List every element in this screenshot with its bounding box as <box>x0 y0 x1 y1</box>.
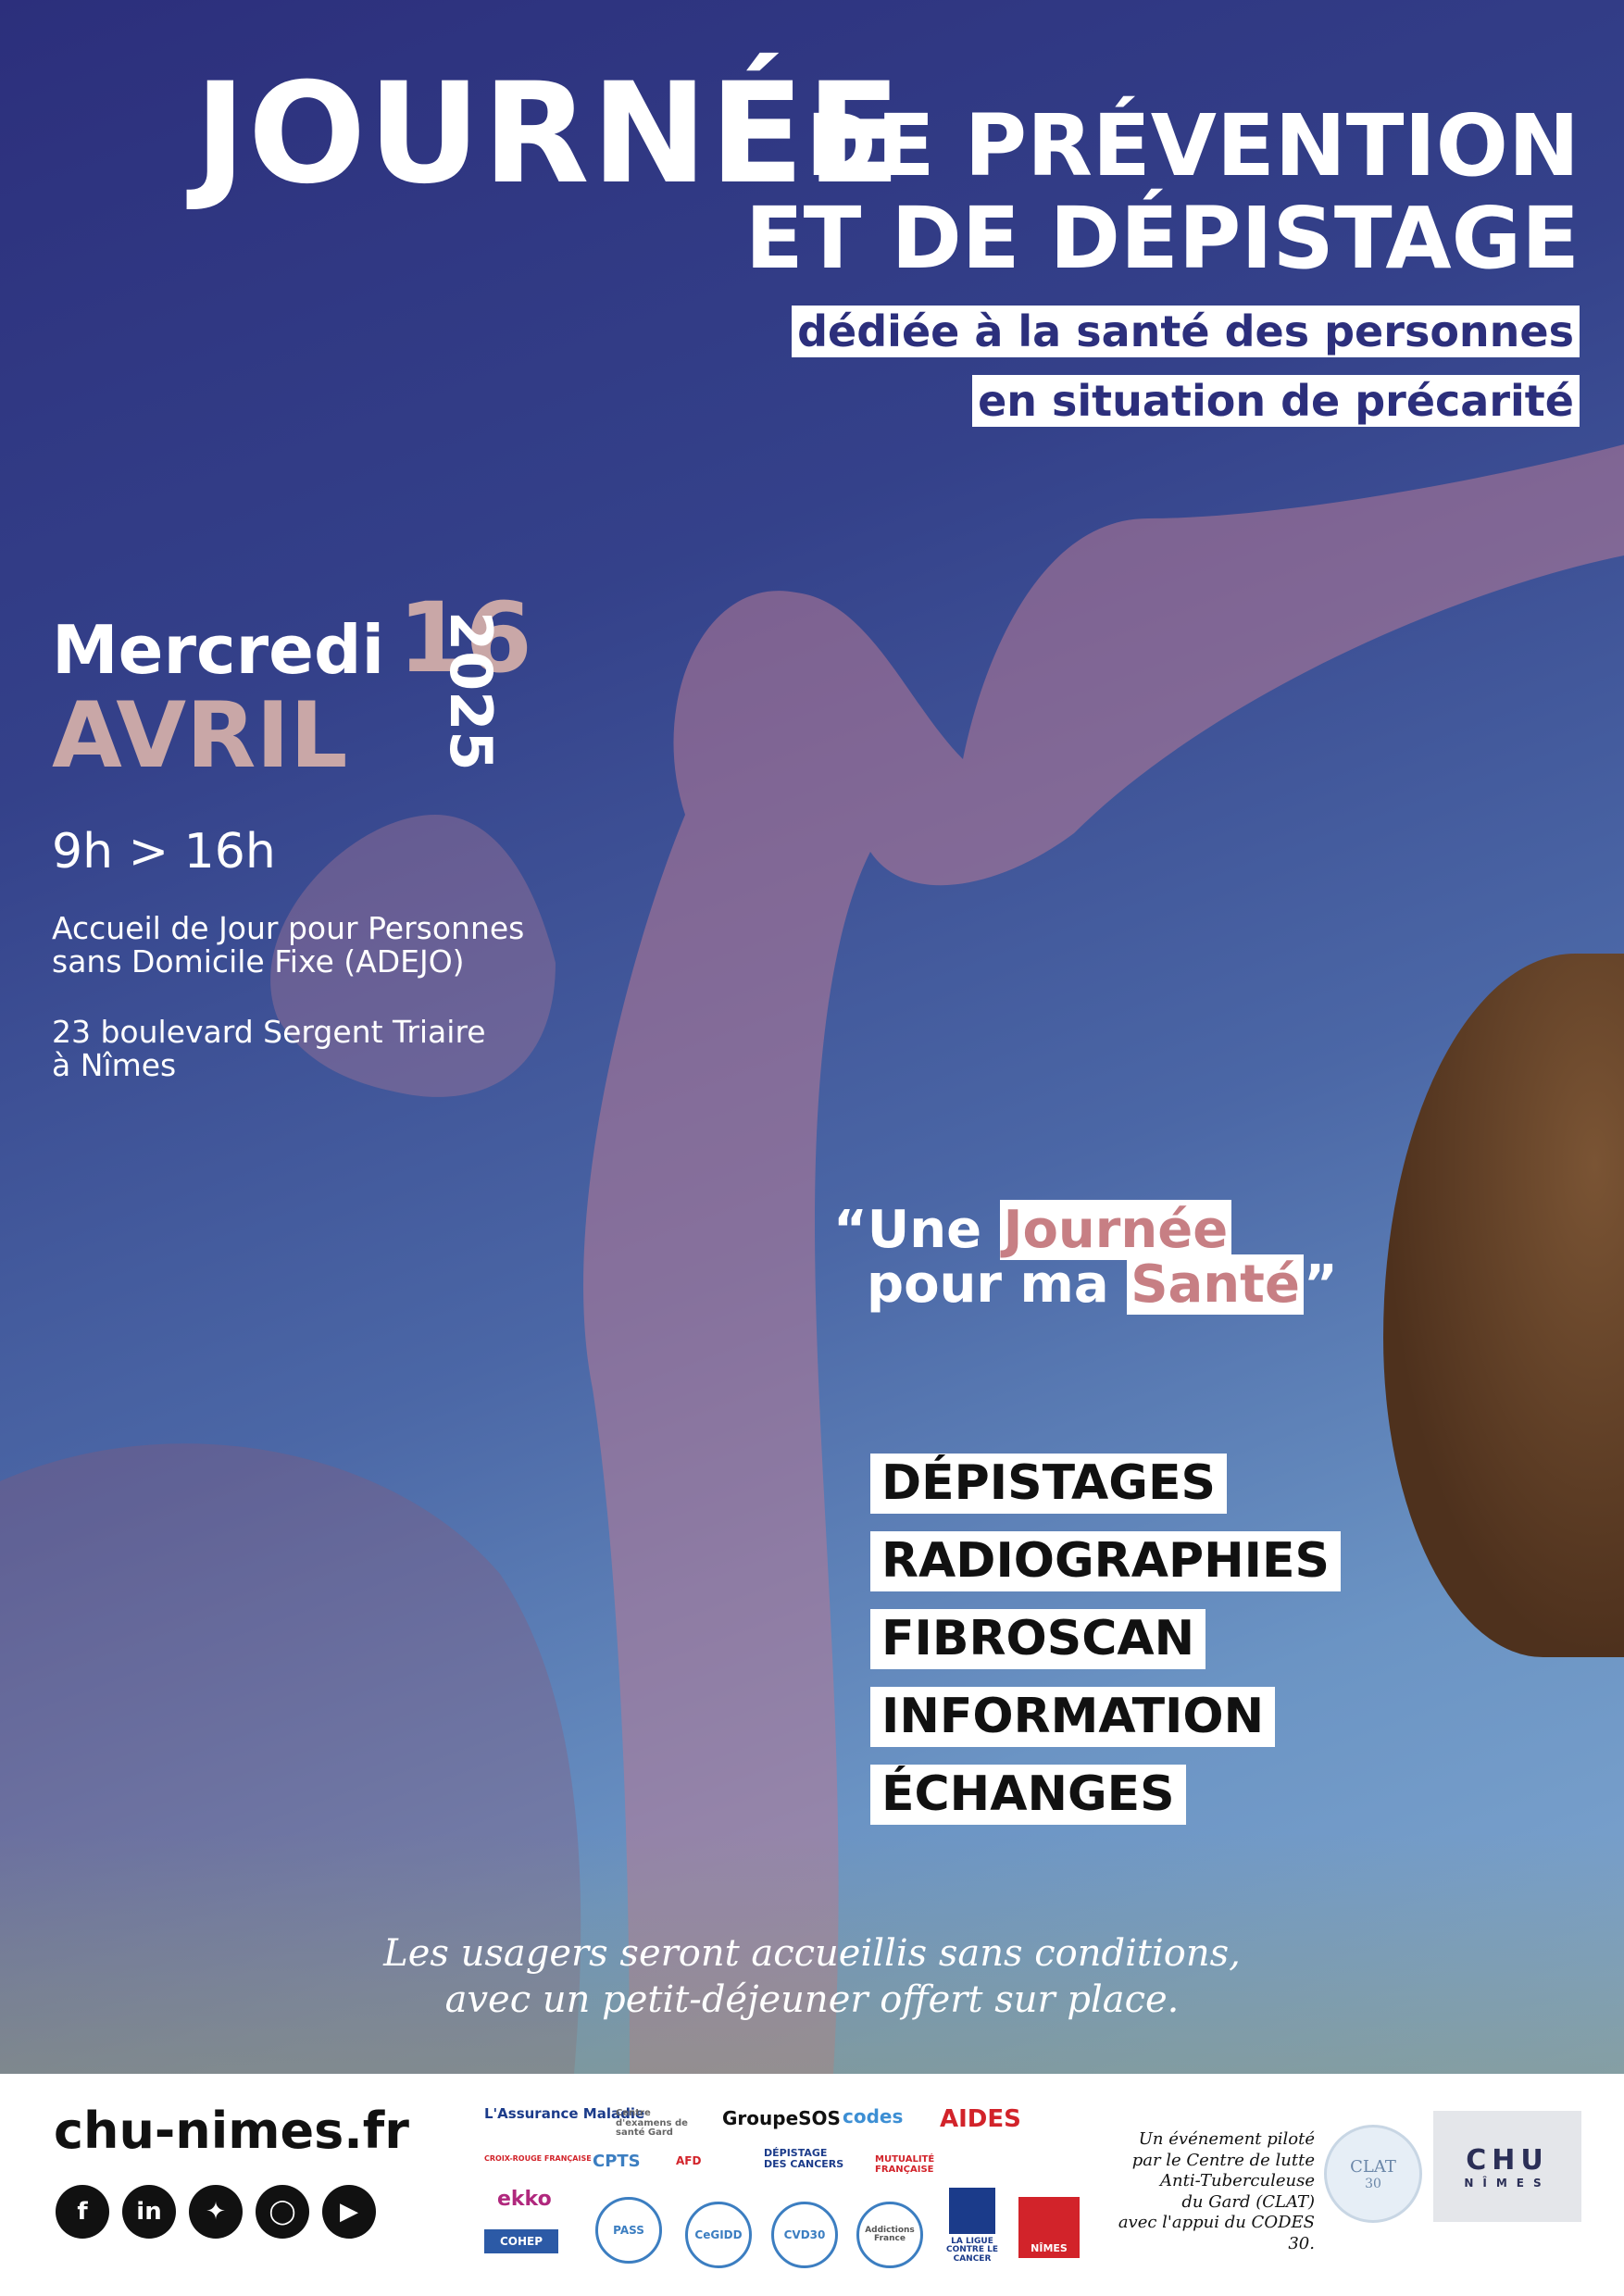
address-line-2: à Nîmes <box>52 1047 177 1084</box>
social-links: f in ✦ ◯ ▶ <box>56 2185 376 2239</box>
credit-line-4: du Gard (CLAT) <box>1181 2191 1315 2212</box>
facebook-icon[interactable]: f <box>56 2185 109 2239</box>
clat-label: CLAT <box>1350 2156 1396 2177</box>
logo-codes: codes <box>843 2105 904 2128</box>
date-weekday: Mercredi <box>52 611 385 689</box>
footer: chu-nimes.fr f in ✦ ◯ ▶ L'Assurance Mala… <box>0 2074 1624 2296</box>
logo-clat: CLAT 30 <box>1324 2125 1422 2223</box>
bluesky-icon[interactable]: ✦ <box>189 2185 243 2239</box>
quote-line2: pour ma <box>867 1254 1128 1315</box>
logo-mutualite: MUTUALITÉ FRANÇAISE <box>875 2154 935 2175</box>
logo-pass: PASS <box>595 2197 662 2264</box>
date-year: 2025 <box>437 611 505 771</box>
service-depistages: DÉPISTAGES <box>870 1454 1227 1515</box>
ligue-label: LA LIGUE CONTRE LE CANCER <box>945 2237 999 2264</box>
address-line-1: 23 boulevard Sergent Triaire <box>52 1014 486 1050</box>
venue-address: 23 boulevard Sergent Triaire à Nîmes <box>52 1014 486 1084</box>
date-month: AVRIL <box>52 683 348 789</box>
logo-cpts: CPTS <box>593 2152 641 2171</box>
logo-ligue-cancer: LA LIGUE CONTRE LE CANCER <box>944 2188 1000 2264</box>
logo-nimes: NÎMES <box>1018 2197 1080 2258</box>
logo-chu-nimes: CHU NÎMES <box>1433 2111 1581 2222</box>
service-fibroscan: FIBROSCAN <box>870 1609 1206 1670</box>
title-line-1: DE PRÉVENTION <box>806 96 1580 195</box>
venue-line-2: sans Domicile Fixe (ADEJO) <box>52 943 465 980</box>
logo-cegidd: CeGIDD <box>685 2202 752 2268</box>
note-line-1: Les usagers seront accueillis sans condi… <box>383 1932 1241 1975</box>
logo-ekko: ekko <box>497 2188 552 2211</box>
poster-background: JOURNÉE DE PRÉVENTION ET DE DÉPISTAGE dé… <box>0 0 1624 2074</box>
subtitle-line-1: dédiée à la santé des personnes <box>792 306 1580 358</box>
linkedin-icon[interactable]: in <box>122 2185 176 2239</box>
partner-logos: L'Assurance Maladie Centre d'examens de … <box>477 2100 1080 2285</box>
chu-letters: CHU <box>1466 2143 1549 2177</box>
quote-open: “Une <box>833 1200 1000 1260</box>
quote-word-journee: Journée <box>999 1200 1232 1260</box>
clat-number: 30 <box>1365 2176 1381 2191</box>
slogan-quote: “Une Journée pour ma Santé” <box>833 1200 1338 1315</box>
logo-cvd: CVD30 <box>771 2202 838 2268</box>
logo-cohep: COHEP <box>484 2229 558 2253</box>
logo-centre-examens: Centre d'examens de santé Gard <box>616 2108 688 2138</box>
title-journee: JOURNÉE <box>194 54 904 215</box>
ligue-cross-icon <box>949 2188 995 2234</box>
service-information: INFORMATION <box>870 1687 1276 1748</box>
welcome-note: Les usagers seront accueillis sans condi… <box>0 1930 1624 2023</box>
credit-line-2: par le Centre de lutte <box>1131 2150 1315 2170</box>
logo-depistage-cancers: DÉPISTAGE DES CANCERS <box>764 2147 844 2170</box>
quote-word-sante: Santé <box>1127 1254 1304 1315</box>
venue-line-1: Accueil de Jour pour Personnes <box>52 910 525 946</box>
logo-aides: AIDES <box>940 2105 1021 2133</box>
quote-close: ” <box>1303 1254 1338 1315</box>
note-line-2: avec un petit-déjeuner offert sur place. <box>444 1978 1180 2021</box>
event-hours: 9h > 16h <box>52 824 276 880</box>
chu-city: NÎMES <box>1464 2176 1551 2190</box>
logo-groupe-sos: GroupeSOS <box>722 2107 841 2129</box>
service-echanges: ÉCHANGES <box>870 1765 1186 1826</box>
logo-addictions-france: Addictions France <box>856 2202 923 2268</box>
instagram-icon[interactable]: ◯ <box>256 2185 309 2239</box>
subtitle-line-2: en situation de précarité <box>972 375 1580 428</box>
logo-afd: AFD <box>676 2154 702 2167</box>
service-radiographies: RADIOGRAPHIES <box>870 1531 1341 1592</box>
credit-line-1: Un événement piloté <box>1138 2129 1315 2149</box>
venue-name: Accueil de Jour pour Personnes sans Domi… <box>52 910 525 980</box>
youtube-icon[interactable]: ▶ <box>322 2185 376 2239</box>
logo-croix-rouge: CROIX-ROUGE FRANÇAISE <box>484 2154 592 2163</box>
title-line-2: ET DE DÉPISTAGE <box>744 189 1580 288</box>
event-credit: Un événement piloté par le Centre de lut… <box>1102 2129 1315 2254</box>
website-link[interactable]: chu-nimes.fr <box>54 2102 409 2160</box>
credit-line-3: Anti-Tuberculeuse <box>1160 2171 1315 2190</box>
credit-line-5: avec l'appui du CODES 30. <box>1118 2213 1315 2253</box>
